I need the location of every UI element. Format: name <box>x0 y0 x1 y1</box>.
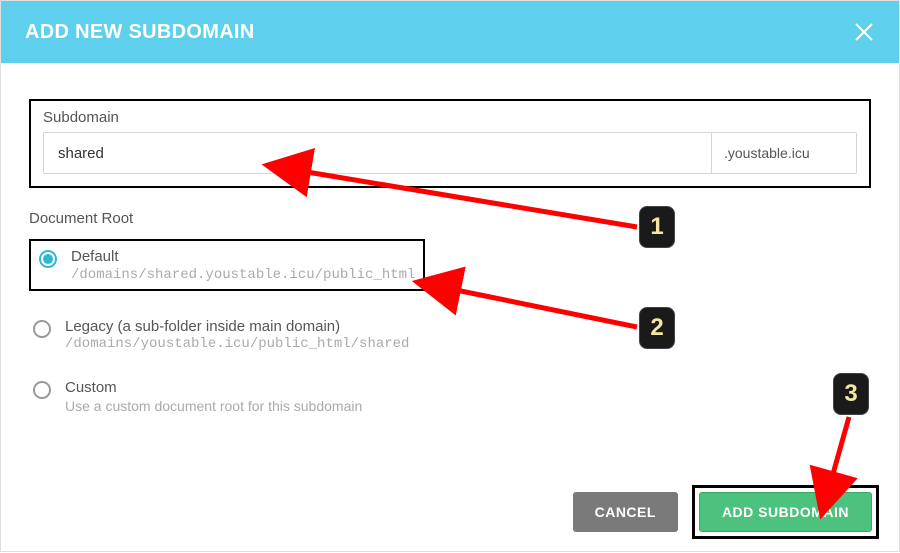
radio-text: Legacy (a sub-folder inside main domain)… <box>65 317 409 353</box>
radio-description: Use a custom document root for this subd… <box>65 398 362 414</box>
radio-text: Default /domains/shared.youstable.icu/pu… <box>71 247 415 283</box>
add-subdomain-modal: ADD NEW SUBDOMAIN Subdomain .youstable.i… <box>0 0 900 552</box>
radio-option-legacy[interactable]: Legacy (a sub-folder inside main domain)… <box>29 317 871 353</box>
radio-option-custom[interactable]: Custom Use a custom document root for th… <box>29 378 871 414</box>
annotation-callout-2: 2 <box>639 307 675 349</box>
subdomain-row: .youstable.icu <box>43 132 857 174</box>
annotation-callout-3: 3 <box>833 373 869 415</box>
subdomain-label: Subdomain <box>43 109 857 126</box>
modal-header: ADD NEW SUBDOMAIN <box>1 1 899 63</box>
add-subdomain-button[interactable]: ADD SUBDOMAIN <box>699 492 872 532</box>
modal-footer: CANCEL ADD SUBDOMAIN <box>573 485 879 539</box>
radio-icon <box>33 320 51 338</box>
subdomain-field-group: Subdomain .youstable.icu <box>29 99 871 188</box>
document-root-options: Default /domains/shared.youstable.icu/pu… <box>29 239 871 414</box>
subdomain-input[interactable] <box>44 133 711 173</box>
radio-title: Custom <box>65 378 362 398</box>
radio-icon <box>39 250 57 268</box>
close-button[interactable] <box>853 21 875 43</box>
add-button-highlight: ADD SUBDOMAIN <box>692 485 879 539</box>
modal-title: ADD NEW SUBDOMAIN <box>25 21 255 44</box>
subdomain-suffix: .youstable.icu <box>711 133 856 173</box>
radio-text: Custom Use a custom document root for th… <box>65 378 362 414</box>
radio-icon <box>33 381 51 399</box>
annotation-callout-1: 1 <box>639 206 675 248</box>
radio-path: /domains/shared.youstable.icu/public_htm… <box>71 267 415 283</box>
radio-option-default-box: Default /domains/shared.youstable.icu/pu… <box>29 239 425 291</box>
radio-path: /domains/youstable.icu/public_html/share… <box>65 336 409 352</box>
modal-body: Subdomain .youstable.icu Document Root D… <box>1 63 899 460</box>
cancel-button[interactable]: CANCEL <box>573 492 678 532</box>
radio-title: Legacy (a sub-folder inside main domain) <box>65 317 409 337</box>
close-icon <box>853 21 875 43</box>
radio-title: Default <box>71 247 415 267</box>
radio-option-default[interactable]: Default /domains/shared.youstable.icu/pu… <box>35 247 415 283</box>
document-root-label: Document Root <box>29 210 871 227</box>
